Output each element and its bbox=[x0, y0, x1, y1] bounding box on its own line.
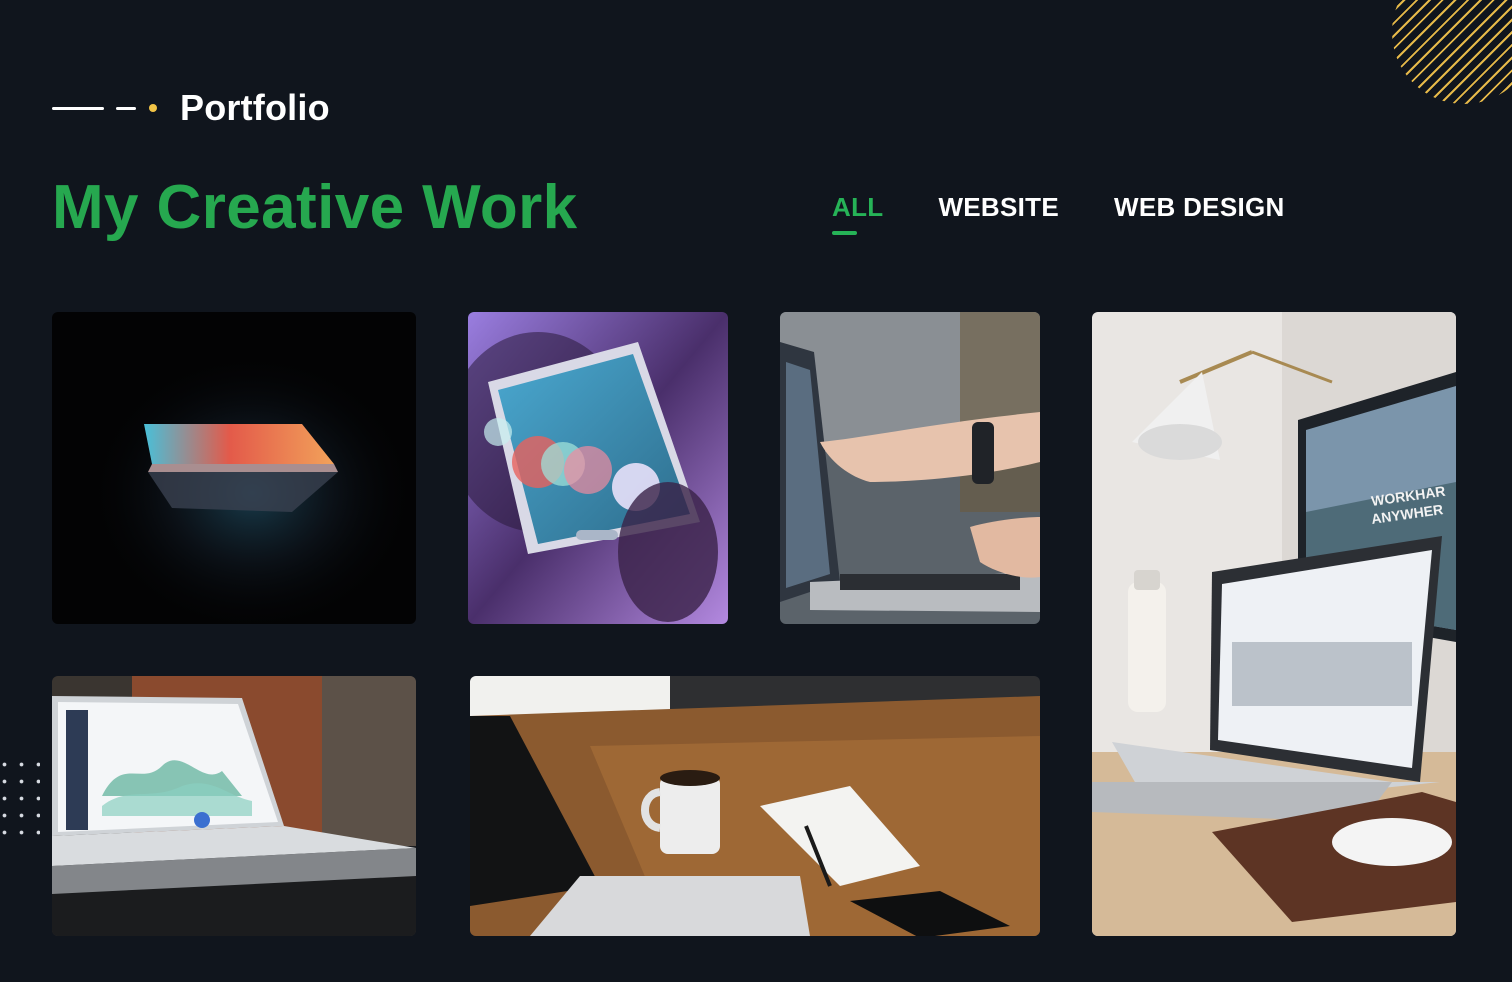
coffee-desk-photo bbox=[470, 676, 1040, 936]
portfolio-item-phone[interactable] bbox=[468, 312, 728, 624]
portfolio-item-coffee-desk[interactable] bbox=[470, 676, 1040, 936]
label-line-short bbox=[116, 106, 136, 110]
page-title: My Creative Work bbox=[52, 173, 578, 242]
phone-bokeh-photo bbox=[468, 312, 728, 624]
label-line-long bbox=[52, 106, 104, 110]
tab-all[interactable]: ALL bbox=[832, 192, 883, 235]
tab-web-design[interactable]: WEB DESIGN bbox=[1114, 192, 1285, 223]
section-label-text: Portfolio bbox=[180, 87, 330, 128]
portfolio-item-desk-setup[interactable]: WORKHAR ANYWHER bbox=[1092, 312, 1456, 936]
striped-circle-decoration bbox=[1392, 0, 1512, 104]
portfolio-item-analytics[interactable] bbox=[52, 676, 416, 936]
label-dot bbox=[149, 104, 157, 112]
dot-grid-decoration bbox=[0, 756, 40, 836]
pointing-laptop-photo bbox=[780, 312, 1040, 624]
portfolio-item-laptop-dark[interactable] bbox=[52, 312, 416, 624]
filter-tabs: ALL WEBSITE WEB DESIGN bbox=[832, 192, 1285, 235]
analytics-laptop-photo bbox=[52, 676, 416, 936]
section-label: Portfolio bbox=[52, 87, 330, 128]
laptop-dark-photo bbox=[52, 312, 416, 624]
tab-website[interactable]: WEBSITE bbox=[938, 192, 1059, 223]
desk-setup-photo: WORKHAR ANYWHER bbox=[1092, 312, 1456, 936]
portfolio-item-pointing[interactable] bbox=[780, 312, 1040, 624]
